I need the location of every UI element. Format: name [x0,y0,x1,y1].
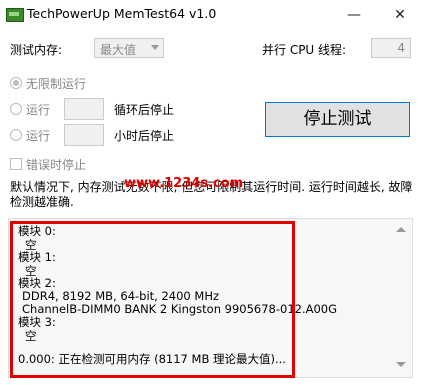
memory-chip-icon [6,8,24,22]
radio-unlimited-label: 无限制运行 [26,77,87,91]
window-title: TechPowerUp MemTest64 v1.0 [27,6,217,21]
scroll-down-icon[interactable] [396,362,406,367]
radio-hours-run-label: 运行 [26,129,51,143]
hours-count-field[interactable] [64,124,104,146]
watermark: www.1234s.com [124,176,244,191]
cpu-threads-label: 并行 CPU 线程: [262,43,347,57]
loop-stop-label: 循环后停止 [114,103,175,117]
highlight-box [10,221,295,378]
loops-count-field[interactable] [64,98,104,120]
stop-test-button[interactable]: 停止测试 [265,102,410,137]
scroll-up-icon[interactable] [396,227,406,232]
cpu-threads-field[interactable]: 4 [371,38,411,58]
hours-stop-label: 小时后停止 [114,129,175,143]
memory-label: 测试内存: [10,43,63,57]
stop-on-error-label: 错误时停止 [26,158,87,172]
memory-select[interactable]: 最大值 [94,38,164,58]
radio-loops-run-label: 运行 [26,103,51,117]
close-button[interactable]: ✕ [377,0,423,30]
memory-select-value: 最大值 [100,43,137,57]
radio-loops[interactable] [10,103,22,115]
title-bar: TechPowerUp MemTest64 v1.0 — ✕ [0,0,423,30]
minimize-button[interactable]: — [331,0,377,30]
cpu-threads-value: 4 [397,41,405,55]
stop-on-error-checkbox[interactable] [10,158,22,170]
chevron-down-icon [151,45,159,50]
info-line-2: 检测越准确. [10,195,74,209]
radio-hours[interactable] [10,129,22,141]
radio-unlimited[interactable] [10,77,22,89]
